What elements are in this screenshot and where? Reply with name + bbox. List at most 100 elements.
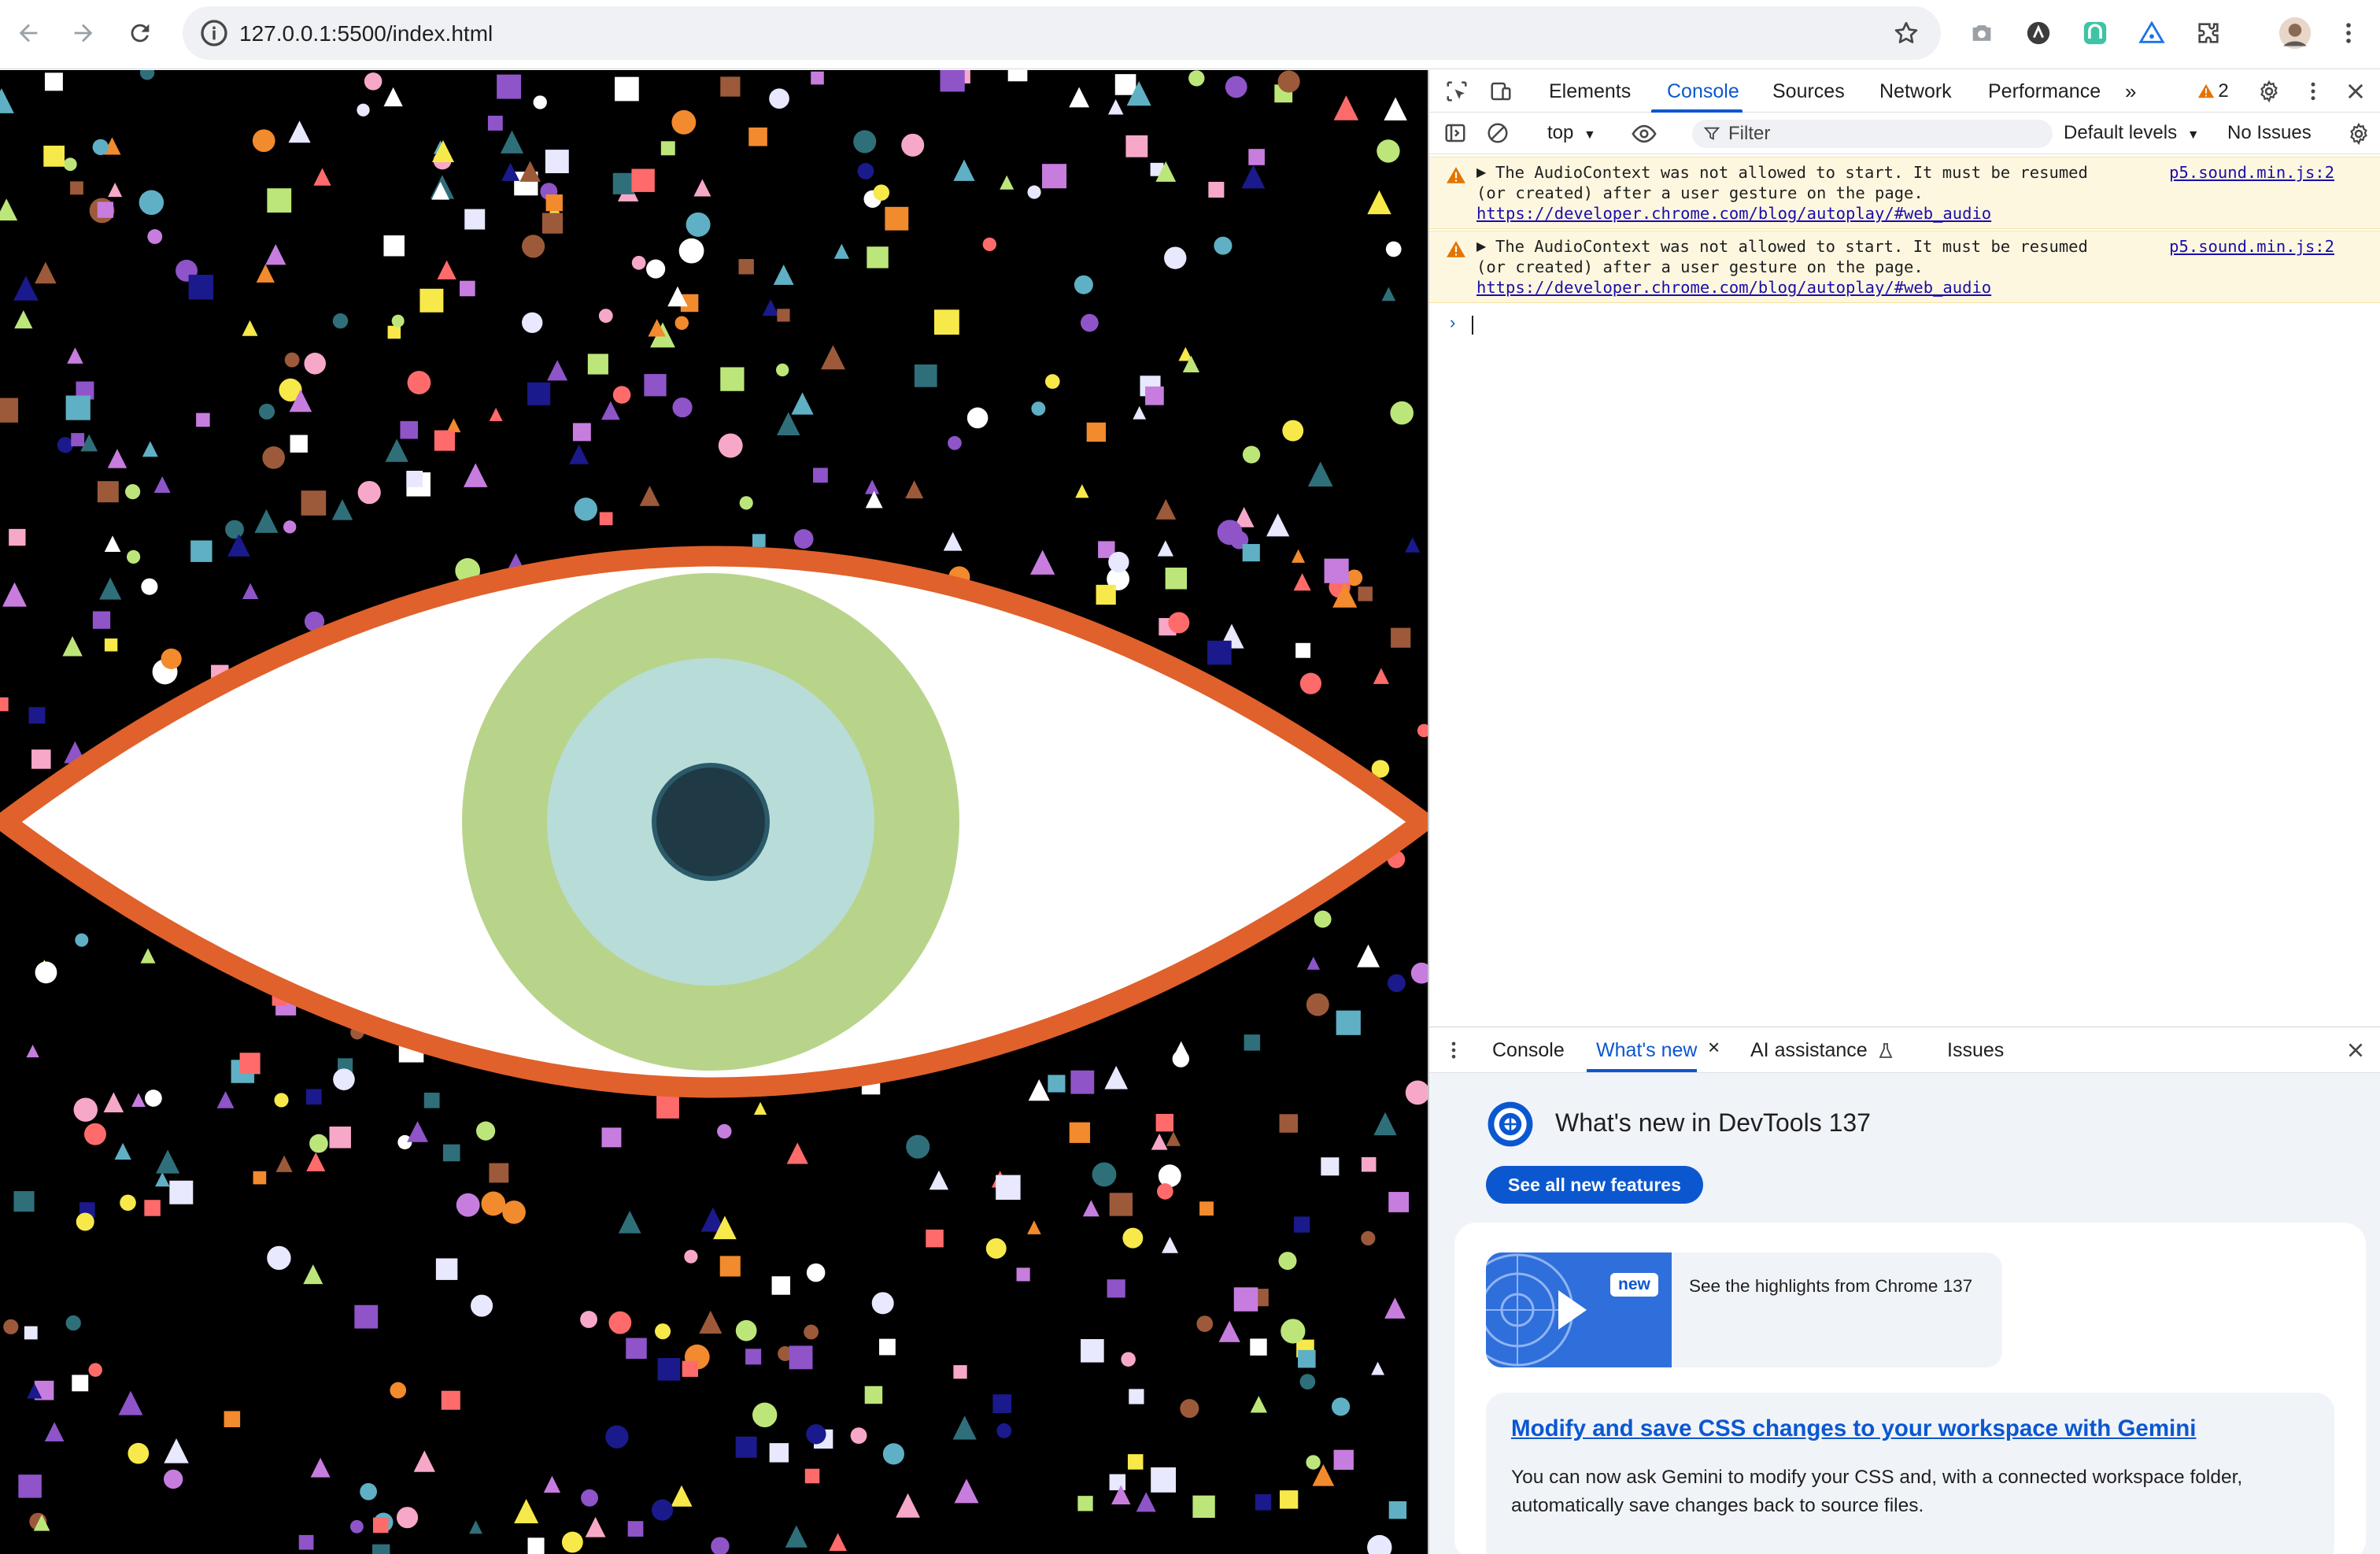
confetti-shape	[948, 435, 962, 450]
tab-sources[interactable]: Sources	[1772, 78, 1845, 105]
confetti-shape	[953, 159, 975, 181]
profile-avatar[interactable]	[2275, 13, 2315, 54]
browser-menu-button[interactable]	[2330, 14, 2367, 52]
confetti-shape	[1405, 537, 1421, 553]
close-drawer-button[interactable]	[2342, 1037, 2369, 1064]
confetti-shape	[487, 115, 503, 131]
device-toolbar-button[interactable]	[1488, 78, 1514, 105]
issues-button[interactable]: No Issues	[2227, 120, 2312, 146]
confetti-shape	[141, 578, 158, 595]
confetti-shape	[57, 437, 74, 453]
confetti-shape	[114, 1142, 131, 1160]
confetti-shape	[169, 1180, 194, 1204]
confetti-shape	[547, 360, 568, 381]
confetti-shape	[618, 1210, 641, 1234]
dark-mode-extension[interactable]	[2020, 14, 2057, 52]
inspect-element-button[interactable]	[1443, 78, 1470, 105]
confetti-shape	[776, 412, 800, 436]
confetti-shape	[1388, 1501, 1407, 1519]
confetti-shape	[1168, 612, 1190, 634]
close-devtools-button[interactable]	[2342, 78, 2369, 105]
confetti-shape	[1292, 549, 1306, 563]
confetti-shape	[1331, 1397, 1351, 1416]
confetti-shape	[2, 582, 27, 607]
warnings-counter[interactable]: 2	[2190, 78, 2237, 105]
triangle-extension[interactable]	[2133, 14, 2171, 52]
tab-console[interactable]: Console	[1667, 78, 1739, 105]
confetti-shape	[1384, 1297, 1406, 1319]
tab-network[interactable]: Network	[1879, 78, 1952, 105]
extensions-button[interactable]	[2190, 14, 2227, 52]
feature-card[interactable]: Modify and save CSS changes to your work…	[1486, 1393, 2334, 1554]
context-selector[interactable]: top ▼	[1547, 120, 1596, 148]
confetti-shape	[752, 1402, 778, 1428]
tab-elements[interactable]: Elements	[1549, 78, 1631, 105]
video-thumbnail[interactable]: new	[1486, 1252, 1672, 1367]
green-extension[interactable]	[2076, 14, 2114, 52]
confetti-shape	[527, 1537, 545, 1554]
highlights-video-card[interactable]: new See the highlights from Chrome 137	[1486, 1252, 2002, 1367]
warning-source-link[interactable]: p5.sound.min.js:2	[2169, 162, 2334, 183]
console-warning-message[interactable]: ▶ The AudioContext was not allowed to st…	[1429, 157, 2380, 229]
warning-link[interactable]: https://developer.chrome.com/blog/autopl…	[1476, 203, 1991, 224]
drawer-tab-console[interactable]: Console	[1492, 1037, 1565, 1064]
clear-console-button[interactable]	[1484, 120, 1511, 146]
confetti-shape	[651, 1499, 674, 1521]
console-input[interactable]	[1472, 316, 1473, 335]
forward-button[interactable]	[61, 11, 105, 55]
confetti-shape	[527, 382, 551, 405]
confetti-shape	[1388, 1192, 1410, 1212]
warning-line-2: (or created) after a user gesture on the…	[1476, 257, 1924, 276]
confetti-shape	[992, 1394, 1012, 1413]
see-all-features-button[interactable]: See all new features	[1486, 1166, 1703, 1204]
live-expression-button[interactable]	[1631, 120, 1658, 147]
confetti-shape	[283, 520, 297, 534]
expand-triangle-icon[interactable]: ▶	[1476, 165, 1486, 180]
drawer-menu-button[interactable]	[1440, 1037, 1467, 1064]
drawer-tab-issues[interactable]: Issues	[1947, 1037, 2004, 1064]
console-filter-input[interactable]: Filter	[1692, 120, 2053, 148]
confetti-shape	[1027, 185, 1041, 199]
expand-triangle-icon[interactable]: ▶	[1476, 239, 1486, 254]
log-levels-dropdown[interactable]: Default levels ▼	[2064, 120, 2200, 148]
confetti-shape	[627, 1521, 644, 1537]
drawer-tab-whats-new[interactable]: What's new	[1596, 1037, 1697, 1064]
warning-link[interactable]: https://developer.chrome.com/blog/autopl…	[1476, 277, 1991, 298]
devtools-menu-button[interactable]	[2300, 78, 2326, 105]
device-icon	[1491, 82, 1511, 101]
reload-button[interactable]	[118, 11, 162, 55]
sidebar-toggle-button[interactable]	[1442, 120, 1469, 146]
confetti-shape	[1307, 461, 1333, 487]
confetti-shape	[387, 325, 401, 339]
site-info-icon[interactable]	[198, 17, 230, 49]
confetti-shape	[305, 1089, 322, 1105]
warning-source-link[interactable]: p5.sound.min.js:2	[2169, 236, 2334, 257]
console-settings-button[interactable]	[2345, 120, 2372, 147]
confetti-shape	[678, 238, 704, 264]
screenshot-extension[interactable]	[1963, 14, 2001, 52]
confetti-shape	[885, 206, 909, 231]
confetti-shape	[413, 1450, 435, 1472]
confetti-shape	[572, 423, 591, 442]
page-canvas[interactable]	[0, 70, 1428, 1554]
back-button[interactable]	[6, 11, 50, 55]
drawer-tab-ai-assistance[interactable]: AI assistance	[1750, 1037, 1868, 1064]
console-warning-message[interactable]: ▶ The AudioContext was not allowed to st…	[1429, 231, 2380, 303]
confetti-shape	[65, 1315, 81, 1331]
bookmark-button[interactable]	[1887, 14, 1925, 52]
feature-title-link[interactable]: Modify and save CSS changes to your work…	[1511, 1413, 2196, 1445]
confetti-shape	[1080, 313, 1099, 332]
devtools-settings-button[interactable]	[2256, 78, 2282, 105]
more-tabs-button[interactable]: »	[2125, 78, 2136, 105]
confetti-shape	[76, 1212, 94, 1231]
tab-performance[interactable]: Performance	[1988, 78, 2101, 105]
confetti-shape	[145, 1090, 162, 1107]
confetti-shape	[31, 749, 51, 769]
confetti-shape	[1188, 70, 1205, 87]
confetti-shape	[753, 1101, 767, 1116]
confetti-shape	[1333, 1449, 1354, 1471]
address-bar[interactable]: 127.0.0.1:5500/index.html	[183, 6, 1941, 60]
confetti-shape	[657, 1357, 681, 1381]
camera-icon	[1972, 25, 1991, 41]
close-tab-icon[interactable]: ×	[1708, 1035, 1720, 1060]
